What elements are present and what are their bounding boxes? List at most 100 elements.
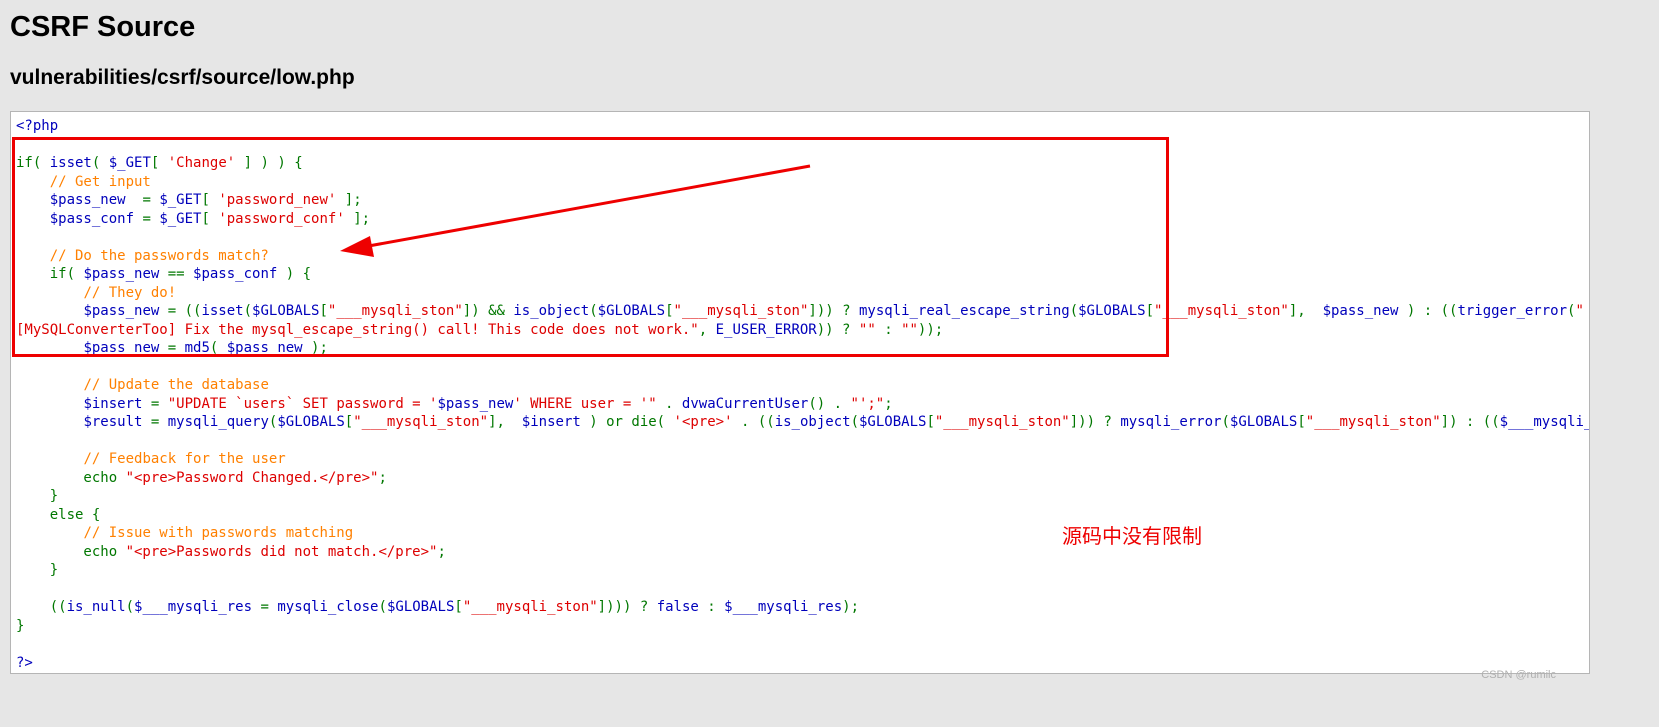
code-token: ; xyxy=(437,543,446,560)
code-token: ( xyxy=(91,155,109,171)
code-token: [MySQLConverterToo] Fix the mysql_escape… xyxy=(16,321,699,338)
code-token: trigger_error xyxy=(1457,303,1568,319)
code-token: $GLOBALS xyxy=(277,414,345,430)
code-token: $GLOBALS xyxy=(252,303,320,319)
code-token: == xyxy=(159,266,194,282)
code-token: $result xyxy=(83,414,143,430)
code-line: if( isset( $_GET[ 'Change' ] ) ) { xyxy=(16,154,1589,173)
code-token: "___mysqli_ston" xyxy=(673,303,809,319)
code-token: $pass_conf xyxy=(193,266,278,282)
code-token: } xyxy=(16,617,25,634)
code-token: ]) : (( xyxy=(1440,414,1500,430)
code-line: // Feedback for the user xyxy=(16,450,1589,469)
code-line: } xyxy=(16,561,1589,580)
code-line: ?> xyxy=(16,654,1589,673)
code-line: else { xyxy=(16,506,1589,525)
code-token: if( xyxy=(16,266,84,282)
code-token: ( xyxy=(589,303,598,319)
code-token: ], xyxy=(488,414,522,430)
code-token: "___mysqli_ston" xyxy=(1154,303,1289,319)
code-token: mysqli_query xyxy=(167,414,269,430)
code-line: // Update the database xyxy=(16,376,1589,395)
code-token: $pass_new xyxy=(83,303,160,319)
code-line: [MySQLConverterToo] Fix the mysql_escape… xyxy=(16,321,1589,340)
code-token: 'password_conf' xyxy=(218,210,345,227)
code-token: "<pre>Passwords did not match.</pre>" xyxy=(125,543,438,560)
code-token: mysqli_real_escape_string xyxy=(858,303,1070,319)
code-token: [ xyxy=(1297,414,1306,430)
code-token: 'password_new' xyxy=(218,192,337,208)
code-token: false xyxy=(656,599,699,615)
code-token: ?> xyxy=(16,654,33,671)
code-token: dvwaCurrentUser xyxy=(681,395,809,412)
code-token: "___mysqli_ston" xyxy=(353,414,489,430)
code-token: : xyxy=(698,599,725,615)
code-token: [ xyxy=(344,414,354,430)
code-token: "" xyxy=(858,321,876,338)
code-token: $pass_new xyxy=(437,395,514,412)
code-token: ( xyxy=(850,414,859,430)
code-token: $GLOBALS xyxy=(1078,303,1146,319)
code-token: '<pre>' xyxy=(673,414,733,430)
code-token: ); xyxy=(842,599,860,615)
code-token: [ xyxy=(201,210,219,227)
code-token: isset xyxy=(49,155,92,171)
code-token: = xyxy=(134,192,160,208)
code-line: $pass_new = md5( $pass_new ); xyxy=(16,339,1589,358)
code-token: = xyxy=(142,395,168,412)
code-token: ( xyxy=(378,599,387,615)
code-token: ); xyxy=(302,340,328,356)
code-token: ) : (( xyxy=(1398,303,1458,319)
code-token: if( xyxy=(16,155,50,171)
code-token: echo xyxy=(16,469,126,486)
code-token: . (( xyxy=(732,414,775,430)
code-token: ; xyxy=(884,395,893,412)
code-line: $insert = "UPDATE `users` SET password =… xyxy=(16,395,1589,414)
code-token: ])) ? xyxy=(1069,414,1121,430)
code-token: "___mysqli_ston" xyxy=(327,303,463,319)
code-token: ]; xyxy=(344,210,371,227)
code-token: $insert xyxy=(521,414,581,430)
code-token: "___mysqli_ston" xyxy=(934,414,1070,430)
code-token: $pass_new xyxy=(1322,303,1399,319)
code-token: ' WHERE user = '" xyxy=(513,395,657,412)
code-token: "" xyxy=(901,321,918,338)
code-token: $___mysqli_res xyxy=(1499,414,1589,430)
code-token: , xyxy=(698,321,716,338)
code-line: echo "<pre>Password Changed.</pre>"; xyxy=(16,469,1589,488)
code-token: [ xyxy=(319,303,328,319)
code-token: " xyxy=(1575,303,1584,319)
code-token: $pass_conf xyxy=(49,210,135,227)
code-token: // Do the passwords match? xyxy=(49,247,269,264)
code-token: $GLOBALS xyxy=(859,414,927,430)
code-token: E_USER_ERROR xyxy=(715,321,817,338)
code-token: 'Change' xyxy=(167,155,236,171)
code-line: // Do the passwords match? xyxy=(16,247,1589,266)
code-token: ) or die( xyxy=(580,414,674,430)
code-token: is_object xyxy=(774,414,851,430)
code-token: ; xyxy=(378,469,387,486)
code-token: $___mysqli_res xyxy=(134,599,253,615)
code-token: = xyxy=(142,414,168,430)
code-token: ( xyxy=(125,599,135,615)
code-token: // Get input xyxy=(49,173,151,190)
code-line: // Issue with passwords matching xyxy=(16,524,1589,543)
code-token: ( xyxy=(209,340,227,356)
code-token: ], xyxy=(1288,303,1323,319)
code-line: $pass_new = $_GET[ 'password_new' ]; xyxy=(16,191,1589,210)
code-line: ((is_null($___mysqli_res = mysqli_close(… xyxy=(16,598,1589,617)
code-token: ]) && xyxy=(462,303,514,319)
source-code: <?php if( isset( $_GET[ 'Change' ] ) ) {… xyxy=(16,117,1589,673)
source-code-box[interactable]: <?php if( isset( $_GET[ 'Change' ] ) ) {… xyxy=(10,111,1590,674)
